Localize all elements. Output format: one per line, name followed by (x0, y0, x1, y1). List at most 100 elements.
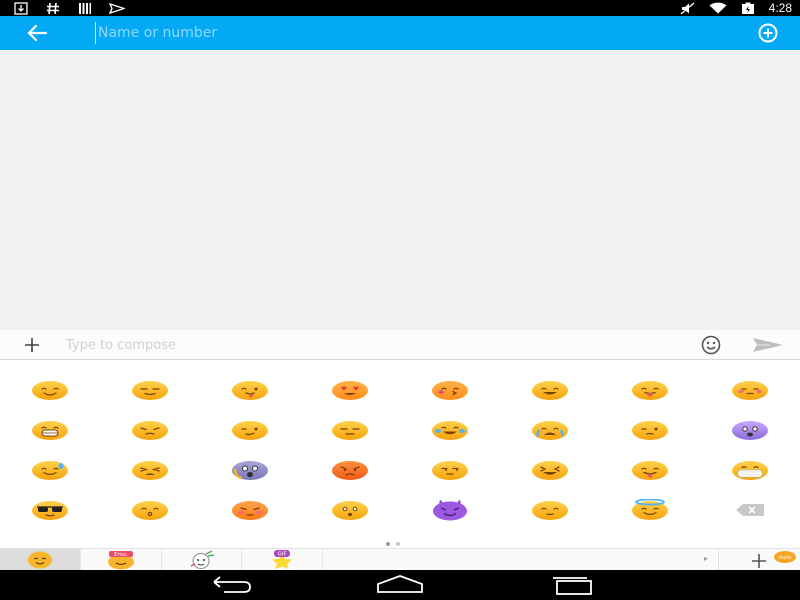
paper-plane-icon (108, 1, 126, 15)
clock: 4:28 (768, 1, 792, 15)
astonished-emoji-icon (332, 501, 368, 520)
emoji-text-category-icon: Emo. (108, 551, 134, 570)
smiley-icon (701, 335, 721, 355)
fearful-blue-emoji-icon (732, 421, 768, 440)
tab-gif[interactable]: GIF (242, 549, 323, 571)
unamused-emoji-icon (432, 461, 468, 480)
emoji-sob[interactable] (500, 410, 600, 450)
kissing-closed-emoji-icon (132, 501, 168, 520)
emoji-laughing[interactable] (500, 450, 600, 490)
emoji-category-bar: Emo. GIF ▸ more (0, 548, 800, 571)
emoji-sunglasses[interactable] (0, 490, 100, 530)
emoji-relieved[interactable] (100, 370, 200, 410)
nav-recents-button[interactable] (546, 573, 598, 597)
emoji-wink-tongue[interactable] (200, 370, 300, 410)
send-button[interactable] (750, 334, 786, 356)
emoji-smirk-eye[interactable] (200, 410, 300, 450)
devil-emoji-icon (433, 499, 467, 521)
sms-compose-screen: 4:28 Name or number Type to compose Emo.… (0, 0, 800, 600)
add-contact-button[interactable] (755, 23, 781, 43)
tab-emoji-smiley[interactable] (0, 549, 81, 571)
emoji-keyboard (0, 360, 800, 548)
add-emoji-pack-button[interactable]: more (718, 549, 800, 571)
recents-nav-icon (553, 577, 592, 595)
emoji-unamused[interactable] (400, 450, 500, 490)
emoji-kissing-closed[interactable] (100, 490, 200, 530)
attach-button[interactable] (18, 334, 46, 356)
hash-icon (44, 1, 62, 15)
emoji-toggle-button[interactable] (697, 334, 725, 356)
status-bar-system: 4:28 (679, 0, 792, 16)
kiss-blush-emoji-icon (432, 381, 468, 400)
gif-category-icon: GIF (272, 550, 292, 569)
svg-text:Emo.: Emo. (114, 552, 128, 558)
emoji-astonished[interactable] (300, 490, 400, 530)
mute-icon (679, 1, 697, 15)
emoji-grin[interactable] (500, 370, 600, 410)
back-arrow-icon (27, 24, 48, 42)
emoji-devil[interactable] (400, 490, 500, 530)
grin-wide-emoji-icon (32, 421, 68, 440)
back-button[interactable] (24, 21, 50, 45)
emoji-blush-shy[interactable] (700, 370, 800, 410)
mask-emoji-icon (732, 461, 768, 480)
sleepy-eye-emoji-icon (632, 421, 668, 440)
tab-stickers[interactable] (161, 549, 242, 571)
back-nav-icon (213, 576, 251, 593)
emoji-delete-key[interactable] (700, 490, 800, 530)
blush-shy-emoji-icon (732, 381, 768, 400)
halo-emoji-icon (632, 499, 668, 520)
relieved-emoji-icon (132, 381, 168, 400)
emoji-angry[interactable] (300, 450, 400, 490)
nav-back-button[interactable] (204, 573, 256, 597)
sob-emoji-icon (532, 421, 568, 440)
sweat-smile-emoji-icon (32, 461, 68, 480)
emoji-tired[interactable] (100, 450, 200, 490)
add-pack-icon: more (752, 551, 796, 568)
emoji-grin-wide[interactable] (0, 410, 100, 450)
send-icon (753, 338, 783, 352)
emoji-sweat-smile[interactable] (0, 450, 100, 490)
emoji-tears-of-joy[interactable] (400, 410, 500, 450)
emoji-smiley-category-icon (28, 551, 52, 569)
svg-text:more: more (779, 555, 792, 561)
tongue-out-emoji-icon (632, 381, 668, 400)
emoji-kiss-blush[interactable] (400, 370, 500, 410)
emoji-fearful-blue[interactable] (700, 410, 800, 450)
stuck-out-tongue-emoji-icon (632, 461, 668, 480)
smirk-eye-emoji-icon (232, 421, 268, 440)
emoji-sleepy-eye[interactable] (600, 410, 700, 450)
emoji-smile[interactable] (0, 370, 100, 410)
smile-emoji-icon (32, 381, 68, 400)
system-nav-bar (0, 570, 800, 600)
nav-home-button[interactable] (374, 573, 426, 597)
sunglasses-emoji-icon (32, 501, 68, 520)
plus-icon (25, 338, 39, 352)
grin-emoji-icon (532, 381, 568, 400)
emoji-stuck-out-tongue[interactable] (600, 450, 700, 490)
emoji-neutral[interactable] (500, 490, 600, 530)
status-bar: 4:28 (0, 0, 800, 16)
backspace-icon (736, 504, 764, 516)
emoji-expressionless[interactable] (300, 410, 400, 450)
page-dot-1 (386, 542, 390, 546)
emoji-tongue-out[interactable] (600, 370, 700, 410)
heart-eyes-emoji-icon (332, 381, 368, 400)
recipient-input[interactable] (95, 22, 698, 44)
compose-bar (0, 330, 800, 360)
emoji-mask[interactable] (700, 450, 800, 490)
emoji-scream[interactable] (200, 450, 300, 490)
add-circle-icon (758, 23, 778, 43)
emoji-heart-eyes[interactable] (300, 370, 400, 410)
emoji-halo[interactable] (600, 490, 700, 530)
page-indicator (386, 542, 400, 546)
flushed-angry-emoji-icon (232, 501, 268, 520)
page-dot-2 (396, 542, 400, 546)
tears-of-joy-emoji-icon (432, 421, 468, 440)
sticker-category-icon (190, 550, 215, 569)
download-icon (12, 1, 30, 15)
emoji-pensive[interactable] (100, 410, 200, 450)
emoji-flushed-angry[interactable] (200, 490, 300, 530)
compose-input[interactable] (66, 334, 666, 356)
tab-emoji-text[interactable]: Emo. (81, 549, 162, 571)
